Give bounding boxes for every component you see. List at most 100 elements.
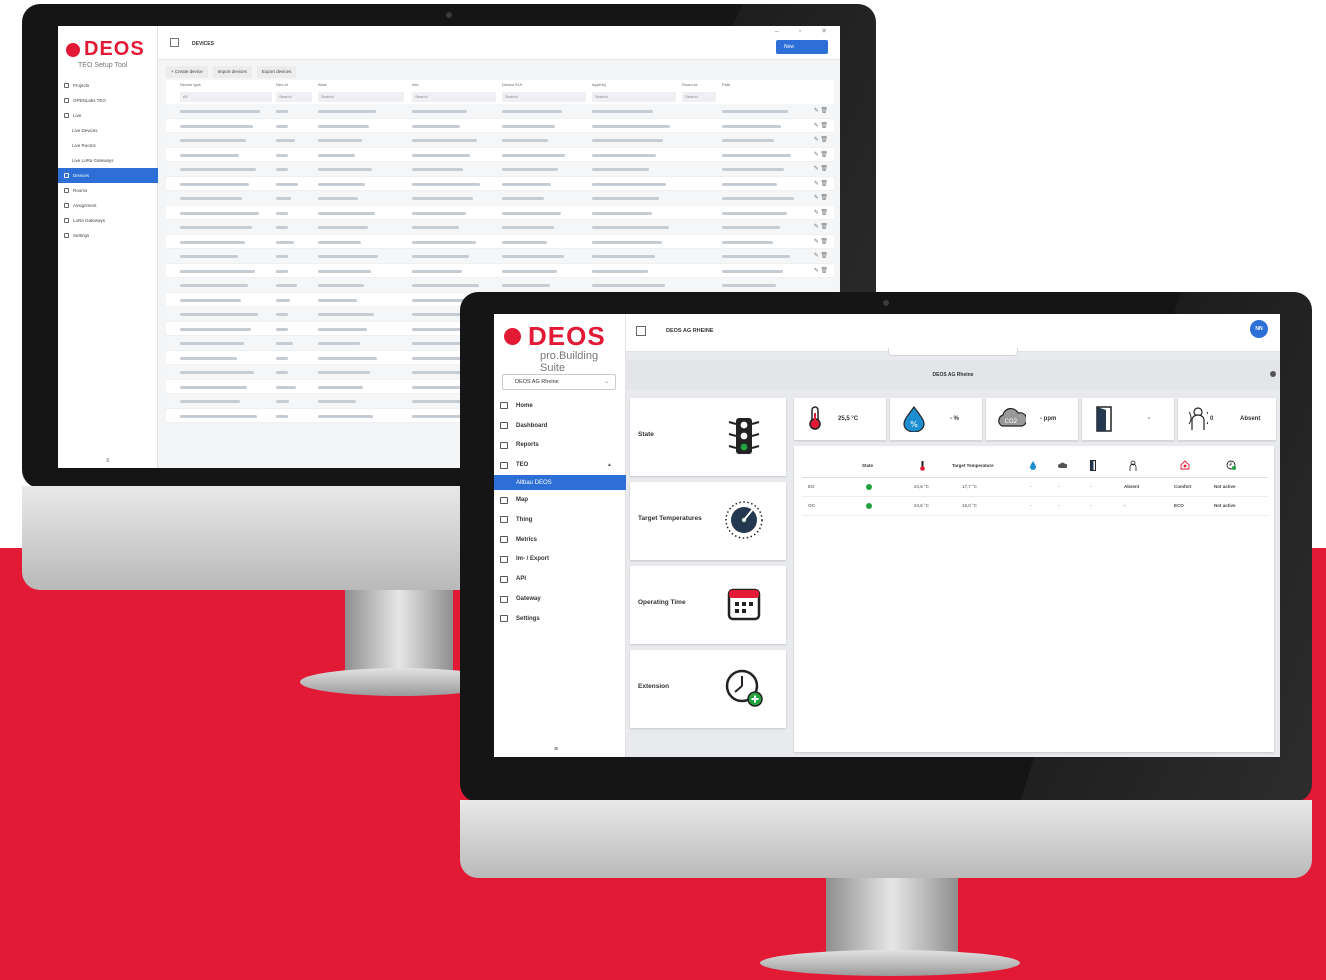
table-row[interactable]: ✎ 🗑	[166, 148, 834, 162]
blurred-cell	[722, 255, 790, 258]
nav-item-metrics[interactable]: Metrics	[494, 530, 626, 550]
nav-item-dashboard[interactable]: Dashboard	[494, 416, 626, 436]
nav-label: Live Rooms	[72, 143, 96, 148]
nav-item-thing[interactable]: Thing	[494, 510, 626, 530]
blurred-cell	[502, 269, 557, 273]
row-actions-icon[interactable]: ✎ 🗑	[814, 194, 828, 201]
search-input[interactable]: Search	[412, 92, 496, 102]
row-actions-icon[interactable]: ✎ 🗑	[814, 165, 828, 172]
column-header[interactable]: Room-Id	[682, 82, 697, 87]
nav-item-import-export[interactable]: Im- / Export	[494, 550, 626, 570]
table-row[interactable]: ✎ 🗑	[166, 104, 834, 119]
nav-item-assignment[interactable]: Assignment	[58, 198, 158, 213]
column-header[interactable]: Info	[412, 82, 419, 87]
table-row[interactable]: ✎ 🗑	[166, 177, 834, 191]
blurred-cell	[276, 255, 288, 258]
nav-item-api[interactable]: API	[494, 569, 626, 589]
traffic-light-icon	[728, 418, 760, 454]
import-devices-button[interactable]: Import devices	[212, 66, 252, 78]
nav-item-live-lora-gateways[interactable]: Live LoRa Gateways	[58, 153, 158, 168]
nav-item-live[interactable]: Live	[58, 108, 158, 123]
table-row[interactable]: ✎ 🗑	[166, 119, 834, 133]
row-actions-icon[interactable]: ✎ 🗑	[814, 151, 828, 158]
nav-item-settings[interactable]: Settings	[494, 609, 626, 629]
table-row[interactable]: ✎ 🗑	[166, 235, 834, 249]
project-select[interactable]: DEOS AG Rheine ⌄	[502, 374, 616, 390]
table-row[interactable]: OG 24,6 °C 16,0 °C - - - - ECO Not active	[802, 497, 1268, 516]
table-row[interactable]: ✎ 🗑	[166, 249, 834, 264]
blurred-cell	[502, 197, 544, 200]
blurred-cell	[276, 414, 288, 418]
row-actions-icon[interactable]: ✎ 🗑	[814, 252, 828, 259]
room-extension: Not active	[1214, 484, 1236, 489]
nav-item-rooms[interactable]: Rooms	[58, 183, 158, 198]
row-actions-icon[interactable]: ✎ 🗑	[814, 180, 828, 187]
room-name: OG	[808, 503, 816, 508]
suite-nav: Home Dashboard Reports TEO ▲ Altbau DEOS …	[494, 396, 626, 629]
row-actions-icon[interactable]: ✎ 🗑	[814, 209, 828, 216]
nav-item-devices[interactable]: Devices	[58, 168, 158, 183]
nav-item-map[interactable]: Map	[494, 490, 626, 510]
blurred-cell	[318, 182, 365, 186]
search-input[interactable]: Search	[592, 92, 676, 102]
nav-item-lora-gateways[interactable]: LoRa Gateways	[58, 213, 158, 228]
nav-item-home[interactable]: Home	[494, 396, 626, 416]
operating-time-card[interactable]: Operating Time	[630, 566, 786, 644]
nav-item-live-rooms[interactable]: Live Rooms	[58, 138, 158, 153]
extension-card[interactable]: Extension	[630, 650, 786, 728]
blurred-cell	[412, 153, 470, 157]
column-header-state[interactable]: State	[862, 463, 873, 468]
pull-tab[interactable]	[888, 348, 1018, 356]
table-row[interactable]	[166, 278, 834, 293]
blurred-cell	[592, 110, 653, 113]
column-header[interactable]: AppKey	[592, 82, 606, 87]
column-header[interactable]: Dev-Id	[276, 82, 288, 87]
device-type-filter[interactable]: All	[180, 92, 272, 102]
column-header[interactable]: Device EUI	[502, 82, 522, 87]
column-header[interactable]: Device type	[180, 82, 201, 87]
target-temperatures-card[interactable]: Target Temperatures	[630, 482, 786, 560]
search-input[interactable]: Search	[276, 92, 312, 102]
sidebar-collapse-icon[interactable]: ≡	[106, 458, 110, 464]
card-label: Target Temperatures	[638, 515, 702, 522]
avatar[interactable]: NN	[1250, 320, 1268, 338]
table-row[interactable]: ✎ 🗑	[166, 191, 834, 206]
nav-item-live-devices[interactable]: Live Devices	[58, 123, 158, 138]
create-device-button[interactable]: + Create device	[166, 66, 208, 78]
table-row[interactable]: ✎ 🗑	[166, 264, 834, 278]
nav-item-teo[interactable]: TEO ▲	[494, 455, 626, 475]
nav-item-settings[interactable]: Settings	[58, 228, 158, 243]
blurred-cell	[276, 182, 298, 186]
row-actions-icon[interactable]: ✎ 🗑	[814, 107, 828, 114]
table-row[interactable]: EG 24,6 °C 17,7 °C - - - Absent Comfort Not acti…	[802, 478, 1268, 497]
sidebar-collapse-icon[interactable]: ≡	[554, 746, 558, 753]
search-input[interactable]: Search	[682, 92, 716, 102]
search-input[interactable]: Search	[502, 92, 586, 102]
column-header[interactable]: Path	[722, 82, 730, 87]
import-export-icon	[500, 555, 508, 563]
nav-item-reports[interactable]: Reports	[494, 436, 626, 456]
row-actions-icon[interactable]: ✎ 🗑	[814, 238, 828, 245]
info-icon[interactable]	[1270, 371, 1276, 377]
state-card[interactable]: State	[630, 398, 786, 476]
setup-nav: Projects OPENLabs TEO Live Live Devices …	[58, 78, 158, 243]
window-controls[interactable]: – ▫ ✕	[775, 27, 836, 35]
column-header[interactable]: Alias	[318, 82, 327, 87]
column-header-target-temperature[interactable]: Target Temperature	[952, 463, 994, 468]
nav-item-openlabs[interactable]: OPENLabs TEO	[58, 93, 158, 108]
row-actions-icon[interactable]: ✎ 🗑	[814, 267, 828, 274]
row-actions-icon[interactable]: ✎ 🗑	[814, 136, 828, 143]
table-row[interactable]: ✎ 🗑	[166, 133, 834, 148]
table-row[interactable]: ✎ 🗑	[166, 206, 834, 220]
table-row[interactable]: ✎ 🗑	[166, 162, 834, 177]
new-button[interactable]: New	[776, 40, 828, 54]
nav-item-gateway[interactable]: Gateway	[494, 589, 626, 609]
blurred-cell	[180, 226, 252, 229]
export-devices-button[interactable]: Export devices	[256, 66, 297, 78]
row-actions-icon[interactable]: ✎ 🗑	[814, 122, 828, 129]
row-actions-icon[interactable]: ✎ 🗑	[814, 223, 828, 230]
nav-item-projects[interactable]: Projects	[58, 78, 158, 93]
search-input[interactable]: Search	[318, 92, 404, 102]
nav-item-altbau-deos[interactable]: Altbau DEOS	[494, 475, 626, 491]
table-row[interactable]: ✎ 🗑	[166, 220, 834, 235]
